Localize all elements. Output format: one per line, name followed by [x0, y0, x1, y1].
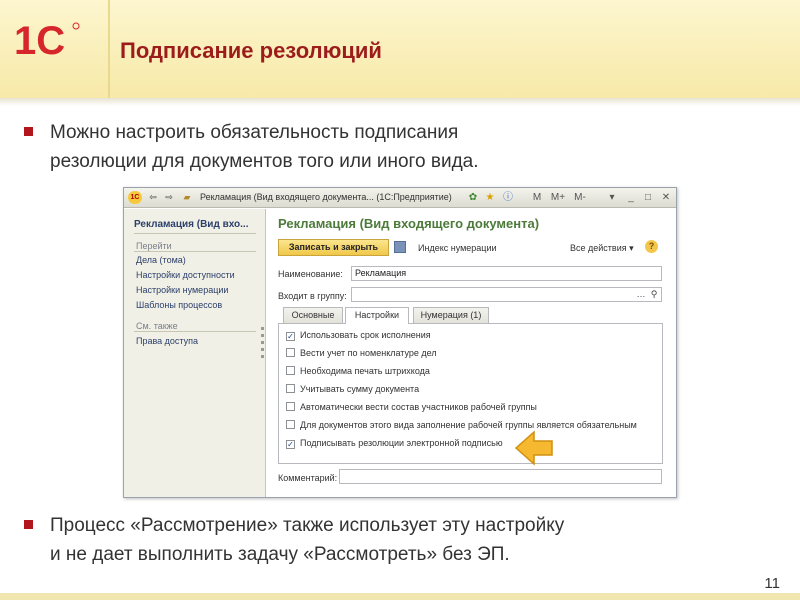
back-arrow-icon[interactable]: ⇦	[146, 191, 160, 204]
option-label: Для документов этого вида заполнение раб…	[300, 420, 637, 430]
navigation-panel: Рекламация (Вид вхо... Перейти Дела (том…	[124, 209, 266, 497]
option-workgroup-required[interactable]: Для документов этого вида заполнение раб…	[286, 420, 637, 430]
window-menu-button[interactable]: ▾	[605, 191, 619, 204]
all-actions-menu[interactable]: Все действия ▾	[570, 243, 634, 254]
option-document-sum[interactable]: Учитывать сумму документа	[286, 384, 419, 394]
help-icon[interactable]: ?	[645, 240, 658, 253]
nav-section-goto: Перейти	[136, 241, 172, 251]
resize-handle-icon[interactable]	[261, 334, 264, 337]
numbering-index-button[interactable]: Индекс нумерации	[418, 243, 497, 253]
option-label: Учитывать сумму документа	[300, 384, 420, 394]
tab-numbering[interactable]: Нумерация (1)	[413, 307, 489, 323]
option-nomenclature[interactable]: Вести учет по номенклатуре дел	[286, 348, 437, 358]
comment-label: Комментарий:	[278, 473, 338, 483]
resize-handle-icon[interactable]	[261, 341, 264, 344]
memory-minus-button[interactable]: M-	[571, 191, 589, 204]
divider	[134, 251, 256, 252]
logo-1c-icon: 1С	[14, 19, 80, 62]
checkbox[interactable]	[286, 402, 295, 411]
option-label: Автоматически вести состав участников ра…	[300, 402, 537, 412]
name-label: Наименование:	[278, 269, 343, 279]
header-shadow	[0, 98, 800, 106]
bullet-text-line: Процесс «Рассмотрение» также использует …	[50, 515, 565, 536]
select-ellipsis-button[interactable]: …	[635, 289, 647, 300]
footer-bar	[0, 593, 800, 600]
save-and-close-button[interactable]: Записать и закрыть	[278, 239, 389, 256]
info-icon[interactable]: ⓘ	[501, 191, 515, 204]
tab-main[interactable]: Основные	[283, 307, 343, 323]
resize-handle-icon[interactable]	[261, 348, 264, 351]
option-label: Вести учет по номенклатуре дел	[300, 348, 437, 358]
window-title: Рекламация (Вид входящего документа... (…	[200, 192, 452, 202]
bullet-marker	[24, 520, 33, 529]
checkbox-checked[interactable]: ✓	[286, 440, 295, 449]
save-icon[interactable]	[394, 241, 406, 253]
nav-link-cases[interactable]: Дела (тома)	[136, 255, 186, 265]
bullet-marker	[24, 127, 33, 136]
checkbox[interactable]	[286, 348, 295, 357]
search-icon[interactable]: ⚲	[648, 289, 660, 300]
group-field[interactable]: … ⚲	[351, 287, 662, 302]
form-title: Рекламация (Вид входящего документа)	[278, 216, 540, 231]
svg-text:1С: 1С	[14, 19, 65, 62]
option-auto-workgroup[interactable]: Автоматически вести состав участников ра…	[286, 402, 537, 412]
folder-icon[interactable]: ▰	[180, 191, 194, 204]
checkbox[interactable]	[286, 384, 295, 393]
app-logo-icon[interactable]: 1С	[128, 191, 142, 204]
app-window: 1С ⇦ ⇨ ▰ Рекламация (Вид входящего докум…	[123, 187, 677, 498]
nav-link-access-rights[interactable]: Права доступа	[136, 336, 198, 346]
option-label: Использовать срок исполнения	[300, 330, 431, 340]
option-label: Необходима печать штрихкода	[300, 366, 430, 376]
resize-handle-icon[interactable]	[261, 327, 264, 330]
pointer-arrow-icon	[514, 430, 553, 466]
nav-link-numbering-settings[interactable]: Настройки нумерации	[136, 285, 228, 295]
bullet-text-line: и не дает выполнить задачу «Рассмотреть»…	[50, 544, 510, 565]
nav-link-access-settings[interactable]: Настройки доступности	[136, 270, 235, 280]
close-button[interactable]: ✕	[659, 191, 673, 204]
resize-handle-icon[interactable]	[261, 355, 264, 358]
memory-button[interactable]: M	[530, 191, 544, 204]
star-icon[interactable]: ★	[483, 191, 497, 204]
option-barcode-print[interactable]: Необходима печать штрихкода	[286, 366, 430, 376]
favorite-icon[interactable]: ✿	[466, 191, 480, 204]
tab-settings[interactable]: Настройки	[345, 307, 409, 324]
forward-arrow-icon[interactable]: ⇨	[162, 191, 176, 204]
divider	[134, 233, 256, 234]
checkbox[interactable]	[286, 366, 295, 375]
slide-title: Подписание резолюций	[120, 38, 382, 63]
name-field[interactable]: Рекламация	[351, 266, 662, 281]
maximize-button[interactable]: □	[641, 191, 655, 204]
bullet-process-note: Процесс «Рассмотрение» также использует …	[24, 511, 770, 569]
window-titlebar: 1С ⇦ ⇨ ▰ Рекламация (Вид входящего докум…	[124, 188, 676, 208]
option-label: Подписывать резолюции электронной подпис…	[300, 438, 503, 448]
group-label: Входит в группу:	[278, 291, 347, 301]
checkbox-checked[interactable]: ✓	[286, 332, 295, 341]
slide-header: 1С Подписание резолюций	[0, 0, 800, 98]
minimize-button[interactable]: _	[624, 191, 638, 204]
nav-link-process-templates[interactable]: Шаблоны процессов	[136, 300, 222, 310]
bullet-intro: Можно настроить обязательность подписани…	[24, 118, 770, 176]
option-use-deadline[interactable]: ✓ Использовать срок исполнения	[286, 330, 431, 341]
comment-field[interactable]	[339, 469, 662, 484]
bullet-text-line: резолюции для документов того или иного …	[50, 151, 479, 172]
bullet-text-line: Можно настроить обязательность подписани…	[50, 122, 459, 143]
logo-area: 1С	[0, 0, 110, 98]
page-number: 11	[764, 575, 780, 592]
checkbox[interactable]	[286, 420, 295, 429]
nav-panel-title[interactable]: Рекламация (Вид вхо...	[134, 219, 249, 230]
divider	[134, 331, 256, 332]
nav-section-see-also: См. также	[136, 321, 178, 331]
option-sign-resolutions[interactable]: ✓ Подписывать резолюции электронной подпи…	[286, 438, 503, 449]
memory-plus-button[interactable]: M+	[549, 191, 567, 204]
